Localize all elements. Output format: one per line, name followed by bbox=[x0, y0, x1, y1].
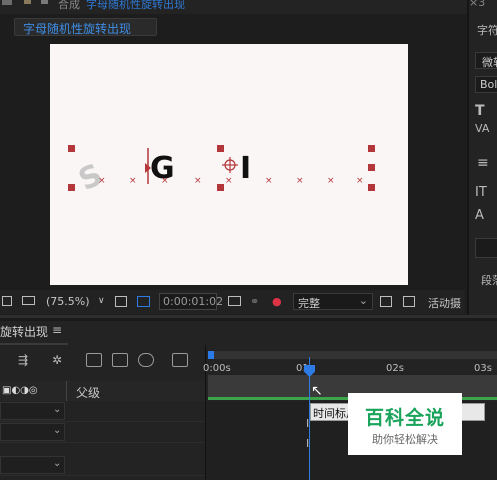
svg-text:×: × bbox=[265, 176, 273, 186]
graph-editor-icon[interactable] bbox=[172, 353, 188, 367]
font-family-select[interactable]: 微软 bbox=[475, 52, 497, 69]
stroke-width-field[interactable] bbox=[475, 238, 497, 258]
monitor-icon[interactable] bbox=[22, 296, 35, 305]
window-title-prefix: 合成 bbox=[58, 0, 80, 11]
layer-parent-select[interactable]: ⌄ bbox=[0, 456, 65, 474]
layer-row[interactable]: ⌄ bbox=[0, 402, 205, 422]
grid-icon[interactable] bbox=[115, 296, 127, 307]
font-style-select[interactable]: Bold bbox=[475, 76, 497, 93]
tab-paragraph[interactable]: 段落 bbox=[481, 272, 497, 288]
work-area-bar[interactable] bbox=[208, 351, 497, 359]
mouse-cursor-icon: ↖ bbox=[311, 383, 323, 399]
character-panel: ×3 字符 微软 Bold T VA ≡ IT A 段落 bbox=[467, 0, 497, 325]
letter-i-glyph: I bbox=[240, 151, 251, 186]
draft-3d-icon[interactable]: ✲ bbox=[52, 353, 68, 367]
svg-text:×: × bbox=[161, 176, 169, 186]
baseline-shift-icon: A bbox=[475, 208, 484, 223]
kerning-icon: VA bbox=[475, 122, 490, 135]
menu-icon[interactable]: ≡ bbox=[52, 323, 62, 337]
tab-character[interactable]: 字符 bbox=[477, 22, 497, 38]
viewer-toolbar: (75.5%) ∨ 0:00:01:02 ⚭ ● 完整 ⌄ 活动摄 bbox=[0, 290, 465, 314]
current-time-field[interactable]: 0:00:01:02 bbox=[159, 293, 223, 310]
layer-parent-select[interactable]: ⌄ bbox=[0, 423, 65, 441]
composition-flowchart-icon[interactable]: ⇶ bbox=[18, 353, 34, 367]
region-of-interest-icon[interactable] bbox=[380, 296, 392, 307]
canvas-content: S G I × × × × × × × × × bbox=[68, 145, 375, 198]
svg-text:×: × bbox=[98, 176, 106, 186]
zoom-chevron-icon[interactable]: ∨ bbox=[98, 296, 105, 306]
tab-composition[interactable]: 字母随机性旋转出现 bbox=[14, 18, 157, 36]
chevron-down-icon: ⌄ bbox=[358, 294, 368, 307]
composition-icon bbox=[24, 0, 31, 4]
mask-visibility-icon[interactable] bbox=[137, 296, 150, 307]
window-title-comp: 字母随机性旋转出现 bbox=[86, 0, 185, 11]
shy-layers-icon[interactable] bbox=[86, 353, 102, 367]
panel-top-label: ×3 bbox=[469, 0, 486, 9]
watermark-logo: 百科全说 助你轻松解决 bbox=[348, 393, 462, 455]
anchor-point-icon bbox=[222, 157, 238, 173]
timeline-toolbar: ⇶ ✲ bbox=[0, 345, 205, 379]
svg-text:×: × bbox=[296, 176, 304, 186]
svg-text:×: × bbox=[129, 176, 137, 186]
lock-icon-2[interactable] bbox=[41, 0, 48, 4]
vertical-scale-icon: IT bbox=[475, 185, 487, 200]
svg-text:×: × bbox=[327, 176, 335, 186]
tick-label: 03s bbox=[474, 363, 492, 374]
transparency-grid-icon[interactable] bbox=[403, 296, 415, 307]
zoom-select[interactable]: (75.5%) bbox=[46, 295, 90, 308]
window-title-bar: 合成 字母随机性旋转出现 bbox=[0, 0, 467, 14]
layer-row[interactable]: ⌄ bbox=[0, 456, 205, 476]
camera-icon[interactable] bbox=[228, 296, 241, 306]
motion-blur-icon[interactable] bbox=[138, 353, 154, 367]
frame-blending-icon[interactable] bbox=[112, 353, 128, 367]
region-icon[interactable] bbox=[2, 296, 12, 306]
snapshot-icon[interactable]: ⚭ bbox=[250, 295, 259, 308]
layer-row[interactable]: ⌄ bbox=[0, 423, 205, 443]
tick-label: 02s bbox=[386, 363, 404, 374]
timeline-panel: 旋转出现 ≡ ⇶ ✲ ▣◐◑◎ 父级 ⌄ ⌄ ⌄ 0:00s 01s 02s 0… bbox=[0, 321, 497, 480]
svg-text:×: × bbox=[194, 176, 202, 186]
layer-columns-header: ▣◐◑◎ 父级 bbox=[0, 381, 205, 401]
font-size-icon: T bbox=[475, 103, 485, 119]
resolution-value: 完整 bbox=[298, 297, 320, 310]
svg-text:×: × bbox=[356, 176, 364, 186]
parent-column-header: 父级 bbox=[76, 386, 101, 400]
tab-timeline[interactable]: 旋转出现 ≡ bbox=[0, 323, 68, 345]
tick-label: 0:00s bbox=[203, 363, 231, 374]
channel-icon[interactable]: ● bbox=[272, 295, 282, 308]
active-camera-select[interactable]: 活动摄 bbox=[428, 295, 461, 311]
tab-composition-label: 字母随机性旋转出现 bbox=[23, 22, 132, 36]
column-switch-icons[interactable]: ▣◐◑◎ bbox=[2, 385, 38, 396]
composition-canvas[interactable]: S G I × × × × × × × × × bbox=[50, 44, 408, 285]
menu-icon[interactable]: ≡ bbox=[477, 155, 497, 171]
lock-icon[interactable] bbox=[2, 0, 12, 5]
watermark-main: 百科全说 bbox=[364, 407, 445, 429]
watermark-sub: 助你轻松解决 bbox=[372, 433, 438, 446]
layer-parent-select[interactable]: ⌄ bbox=[0, 402, 65, 420]
svg-text:×: × bbox=[225, 176, 233, 186]
tab-timeline-label: 旋转出现 bbox=[0, 325, 49, 339]
resolution-select[interactable]: 完整 ⌄ bbox=[293, 293, 373, 310]
